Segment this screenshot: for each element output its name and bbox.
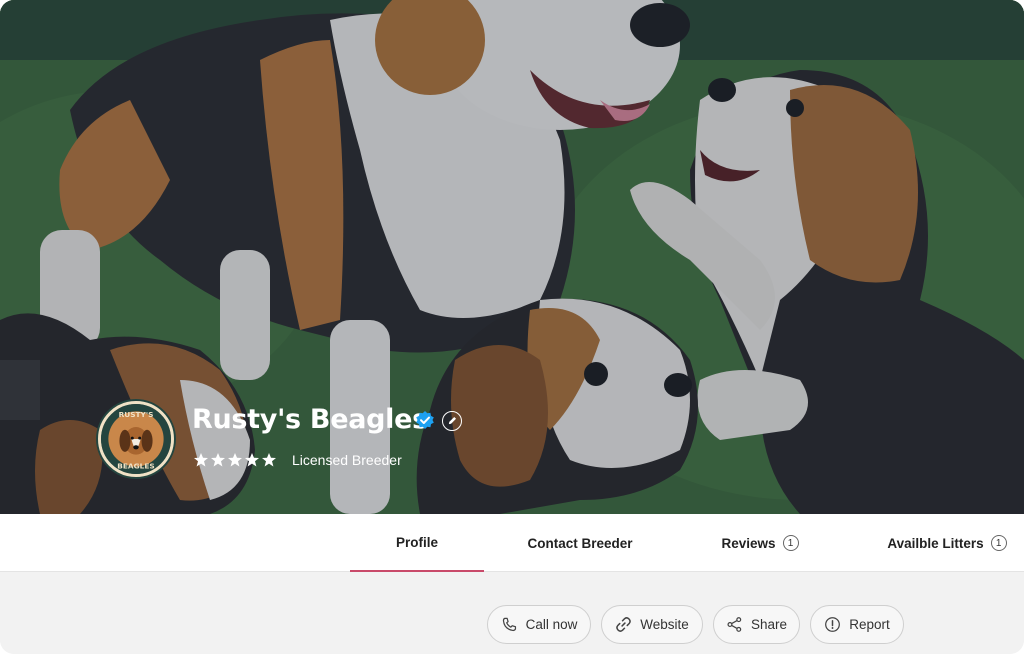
breeder-name: Rusty's Beagles (192, 404, 428, 435)
report-button[interactable]: Report (810, 605, 904, 644)
breeder-profile-page: RUSTY'S BEAGLES Rusty's Beagles Licensed… (0, 0, 1024, 654)
logo-text-top: RUSTY'S (119, 410, 154, 419)
count-badge: 1 (782, 535, 799, 551)
link-icon (615, 616, 632, 633)
tab-label: Reviews (721, 535, 776, 551)
button-label: Website (640, 617, 689, 632)
tab-available-litters[interactable]: Availble Litters 1 (872, 514, 1022, 572)
action-bar: Call now Website Share Report (0, 572, 1024, 654)
tab-label: Contact Breeder (527, 535, 633, 551)
star-icon (211, 453, 225, 467)
logo-text-bottom: BEAGLES (117, 461, 154, 470)
breeder-logo: RUSTY'S BEAGLES (98, 401, 174, 477)
button-label: Call now (525, 617, 578, 632)
button-label: Share (750, 617, 788, 632)
tab-label: Profile (395, 534, 438, 550)
star-icon (228, 453, 242, 467)
edit-name-icon[interactable] (442, 411, 462, 431)
tab-contact-breeder[interactable]: Contact Breeder (512, 514, 648, 572)
star-icon (194, 453, 208, 467)
star-icon (245, 453, 259, 467)
alert-icon (824, 616, 841, 633)
profile-tabs: Profile Contact Breeder Reviews 1 Availb… (0, 514, 1024, 572)
phone-icon (501, 616, 518, 633)
tab-reviews[interactable]: Reviews 1 (700, 514, 820, 572)
share-button[interactable]: Share (713, 605, 800, 644)
call-now-button[interactable]: Call now (487, 605, 591, 644)
count-badge: 1 (990, 535, 1007, 551)
tab-profile[interactable]: Profile (350, 514, 484, 572)
website-button[interactable]: Website (601, 605, 703, 644)
tab-label: Availble Litters (887, 535, 984, 551)
breeder-designation: Licensed Breeder (292, 452, 402, 468)
star-icon (262, 453, 276, 467)
verified-badge-icon (415, 410, 435, 430)
cover-photo: RUSTY'S BEAGLES Rusty's Beagles Licensed… (0, 0, 1024, 514)
rating-stars (193, 452, 277, 470)
share-icon (726, 616, 743, 633)
button-label: Report (849, 617, 890, 632)
